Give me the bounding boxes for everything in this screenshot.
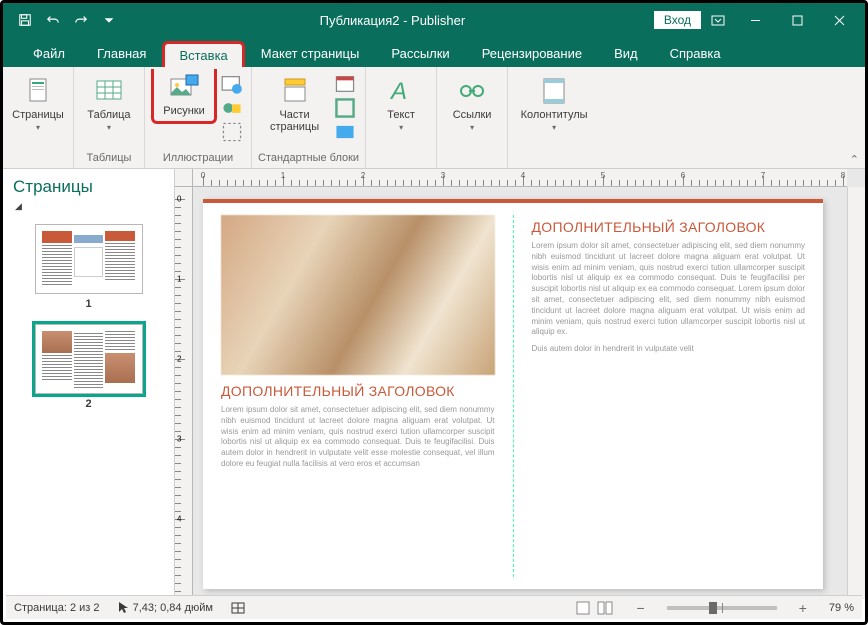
save-icon[interactable] <box>13 8 37 32</box>
links-button[interactable]: Ссылки ▾ <box>443 71 501 136</box>
vertical-ruler[interactable]: 012345 <box>175 187 193 599</box>
tab-home[interactable]: Главная <box>81 40 162 67</box>
tab-mailings[interactable]: Рассылки <box>375 40 465 67</box>
page-icon <box>22 75 54 107</box>
tab-insert[interactable]: Вставка <box>162 41 244 67</box>
vertical-scrollbar[interactable] <box>847 187 865 599</box>
calendars-icon[interactable] <box>334 73 356 95</box>
svg-text:A: A <box>389 78 407 105</box>
qat-customize-icon[interactable] <box>97 8 121 32</box>
redo-icon[interactable] <box>69 8 93 32</box>
zoom-slider[interactable] <box>667 606 777 610</box>
horizontal-ruler[interactable]: 012345678 <box>193 169 847 187</box>
zoom-out-button[interactable]: − <box>633 600 649 616</box>
column-1: ДОПОЛНИТЕЛЬНЫЙ ЗАГОЛОВОК Lorem ipsum dol… <box>203 215 514 577</box>
cursor-position: 7,43; 0,84 дюйм <box>118 601 213 614</box>
close-button[interactable] <box>819 6 859 34</box>
chevron-down-icon: ▾ <box>107 123 111 132</box>
ribbon-display-options-icon[interactable] <box>703 6 733 34</box>
body-text: Lorem ipsum dolor sit amet, consectetuer… <box>221 405 495 470</box>
pages-panel-title: Страницы <box>3 169 174 201</box>
advertisements-icon[interactable] <box>334 121 356 143</box>
group-building-blocks: Части страницы Стандартные блоки <box>252 67 366 168</box>
zoom-level[interactable]: 79 % <box>829 602 854 614</box>
tab-pagedesign[interactable]: Макет страницы <box>245 40 376 67</box>
ribbon: Страницы ▾ Таблица ▾ Таблицы Рисунки <box>3 67 865 169</box>
column-heading: ДОПОЛНИТЕЛЬНЫЙ ЗАГОЛОВОК <box>532 219 806 235</box>
chevron-down-icon: ▾ <box>399 123 403 132</box>
chevron-down-icon: ▾ <box>552 123 556 132</box>
zoom-in-button[interactable]: + <box>795 600 811 616</box>
ribbon-tabs: Файл Главная Вставка Макет страницы Расс… <box>3 37 865 67</box>
title-bar: Публикация2 - Publisher Вход <box>3 3 865 37</box>
single-page-view-icon[interactable] <box>573 599 593 617</box>
headerfooter-icon <box>538 75 570 107</box>
page-parts-button[interactable]: Части страницы <box>260 71 330 137</box>
quick-access-toolbar <box>3 8 131 32</box>
table-icon <box>93 75 125 107</box>
group-headerfooter: Колонтитулы ▾ <box>508 67 600 168</box>
shapes-icon[interactable] <box>221 97 243 119</box>
tab-review[interactable]: Рецензирование <box>466 40 598 67</box>
pictures-button[interactable]: Рисунки <box>151 69 217 124</box>
workspace: Страницы ◢ 1 2 012345678 <box>3 169 865 599</box>
signin-button[interactable]: Вход <box>654 11 701 29</box>
pages-button[interactable]: Страницы ▾ <box>9 71 67 136</box>
document-page[interactable]: ДОПОЛНИТЕЛЬНЫЙ ЗАГОЛОВОК Lorem ipsum dol… <box>203 199 823 589</box>
body-text: Duis autem dolor in hendrerit in vulputa… <box>532 344 806 355</box>
tab-file[interactable]: Файл <box>17 40 81 67</box>
chevron-down-icon: ▾ <box>36 123 40 132</box>
tab-help[interactable]: Справка <box>654 40 737 67</box>
body-text: Lorem ipsum dolor sit amet, consectetuer… <box>532 241 806 338</box>
chevron-down-icon: ▾ <box>470 123 474 132</box>
minimize-button[interactable] <box>735 6 775 34</box>
page-thumbnail-2[interactable]: 2 <box>13 324 164 410</box>
group-illustrations: Рисунки Иллюстрации <box>145 67 252 168</box>
collapse-pages-icon[interactable]: ◢ <box>3 201 174 218</box>
ruler-corner <box>175 169 193 187</box>
canvas-area: 012345678 012345 ДОПОЛНИТЕЛЬНЫЙ ЗАГОЛОВО… <box>175 169 865 599</box>
group-links: Ссылки ▾ <box>437 67 508 168</box>
online-pictures-icon[interactable] <box>221 73 243 95</box>
page-indicator[interactable]: Страница: 2 из 2 <box>14 602 100 614</box>
column-2: ДОПОЛНИТЕЛЬНЫЙ ЗАГОЛОВОК Lorem ipsum dol… <box>514 215 824 577</box>
group-label <box>36 150 39 166</box>
picture-placeholder-icon[interactable] <box>221 121 243 143</box>
two-page-view-icon[interactable] <box>595 599 615 617</box>
pictures-icon <box>168 71 200 103</box>
page-thumbnail-1[interactable]: 1 <box>13 224 164 310</box>
text-icon: A <box>385 75 417 107</box>
group-tables: Таблица ▾ Таблицы <box>74 67 145 168</box>
status-bar: Страница: 2 из 2 7,43; 0,84 дюйм − + 79 … <box>6 595 862 619</box>
maximize-button[interactable] <box>777 6 817 34</box>
page-parts-icon <box>279 75 311 107</box>
column-image <box>221 215 495 375</box>
object-size-icon <box>231 602 245 614</box>
text-button[interactable]: A Текст ▾ <box>372 71 430 136</box>
column-heading: ДОПОЛНИТЕЛЬНЫЙ ЗАГОЛОВОК <box>221 383 495 399</box>
pages-panel: Страницы ◢ 1 2 <box>3 169 175 599</box>
tab-view[interactable]: Вид <box>598 40 654 67</box>
borders-icon[interactable] <box>334 97 356 119</box>
headerfooter-button[interactable]: Колонтитулы ▾ <box>514 71 594 136</box>
link-icon <box>456 75 488 107</box>
undo-icon[interactable] <box>41 8 65 32</box>
collapse-ribbon-icon[interactable]: ⌃ <box>850 153 859 166</box>
group-pages: Страницы ▾ <box>3 67 74 168</box>
group-text: A Текст ▾ <box>366 67 437 168</box>
window-title: Публикация2 - Publisher <box>131 13 654 28</box>
table-button[interactable]: Таблица ▾ <box>80 71 138 136</box>
